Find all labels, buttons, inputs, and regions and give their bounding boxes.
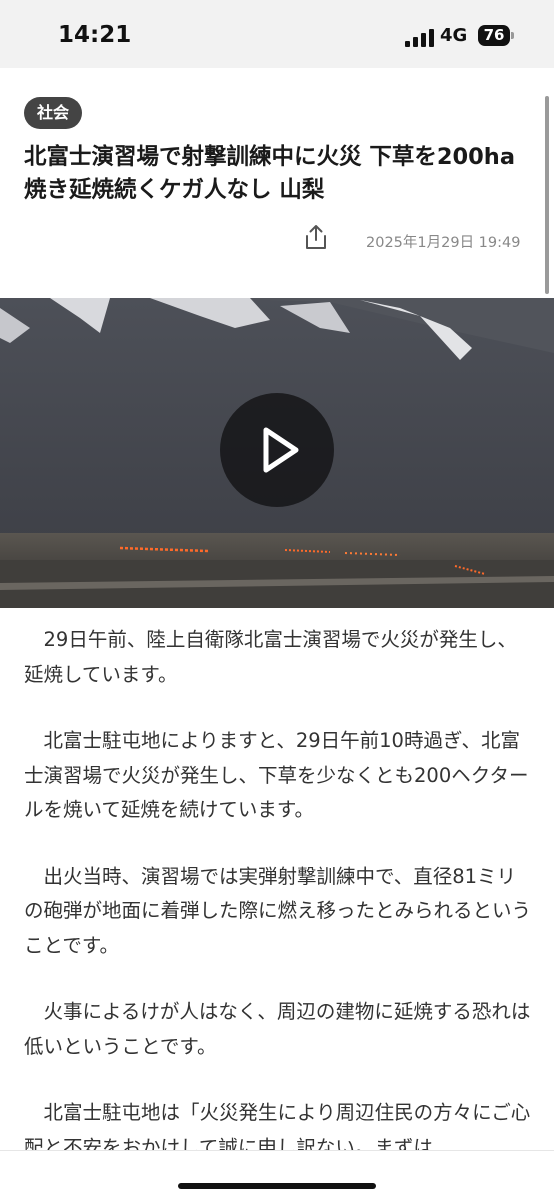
share-icon[interactable] [304, 224, 328, 250]
article: 社会 北富士演習場で射撃訓練中に火災 下草を200ha焼き延焼続くケガ人なし 山… [0, 68, 554, 1150]
paragraph: 出火当時、演習場では実弾射撃訓練中で、直径81ミリの砲弾が地面に着弾した際に燃え… [24, 864, 532, 957]
home-indicator[interactable] [178, 1183, 376, 1189]
status-time: 14:21 [58, 22, 132, 48]
status-bar: 14:21 4G 76 [0, 0, 554, 68]
paragraph: 北富士駐屯地は「火災発生により周辺住民の方々にご心配と不安をおかけして誠に申し訳… [24, 1101, 531, 1150]
paragraph: 29日午前、陸上自衛隊北富士演習場で火災が発生し、延焼しています。 [24, 628, 517, 686]
battery-level: 76 [483, 26, 505, 44]
home-bar-area [0, 1150, 554, 1201]
play-button[interactable] [220, 393, 334, 507]
category-badge[interactable]: 社会 [24, 97, 83, 129]
paragraph: 北富士駐屯地によりますと、29日午前10時過ぎ、北富士演習場で火災が発生し、下草… [24, 729, 529, 821]
publish-date: 2025年1月29日 19:49 [366, 235, 521, 251]
article-title: 北富士演習場で射撃訓練中に火災 下草を200ha焼き延焼続くケガ人なし 山梨 [24, 144, 516, 203]
battery-icon: 76 [478, 25, 514, 46]
article-body: 29日午前、陸上自衛隊北富士演習場で火災が発生し、延焼しています。 北富士駐屯地… [24, 623, 532, 1150]
cellular-signal-icon [405, 29, 434, 47]
network-type: 4G [440, 25, 468, 46]
scrollbar[interactable] [545, 96, 549, 294]
video-player[interactable] [0, 298, 554, 608]
paragraph: 火事によるけが人はなく、周辺の建物に延焼する恐れは低いということです。 [24, 1000, 531, 1058]
play-icon [263, 427, 299, 473]
